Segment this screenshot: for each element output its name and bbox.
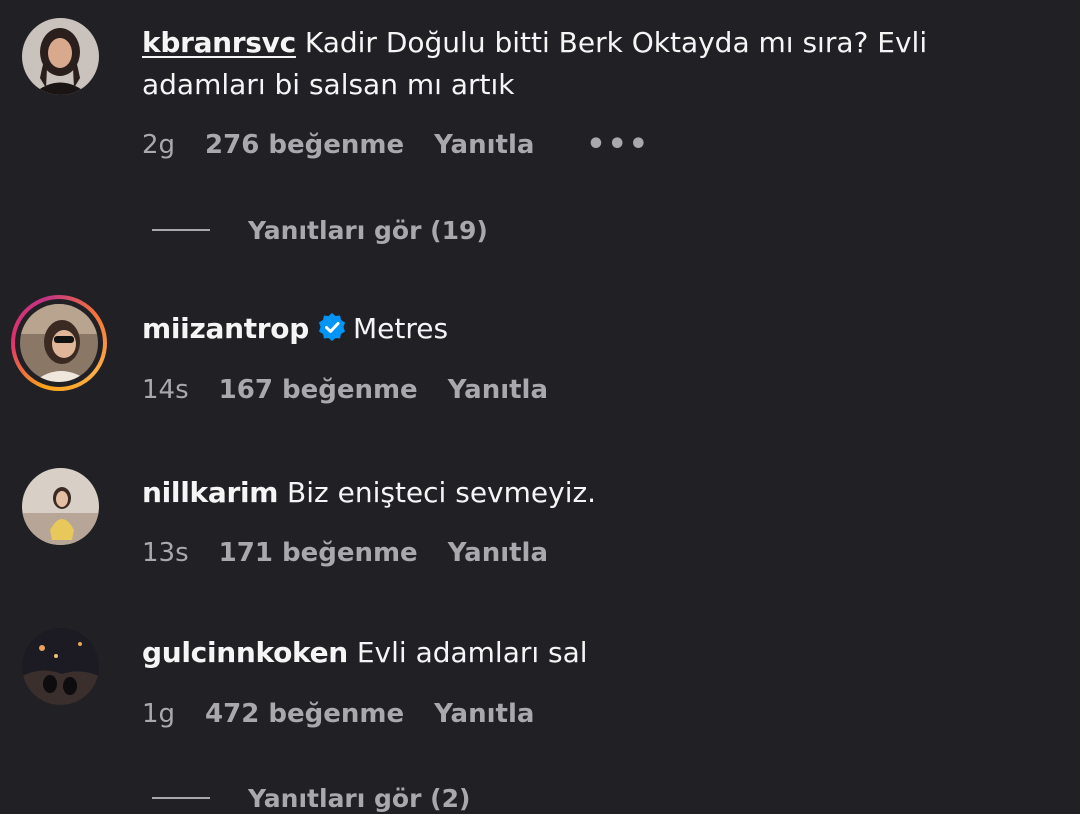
replies-divider	[152, 229, 210, 231]
comment-time[interactable]: 14s	[142, 375, 189, 405]
reply-button[interactable]: Yanıtla	[448, 538, 548, 568]
replies-divider	[152, 797, 210, 799]
comment-likes[interactable]: 276 beğenme	[205, 130, 404, 160]
comment-time[interactable]: 13s	[142, 538, 189, 568]
avatar[interactable]	[22, 628, 99, 705]
more-options-icon[interactable]: •••	[586, 130, 650, 160]
comment-likes[interactable]: 171 beğenme	[219, 538, 418, 568]
comment-body: kbranrsvc Kadir Doğulu bitti Berk Oktayd…	[142, 22, 1022, 106]
view-replies-label: Yanıtları gör (2)	[248, 783, 471, 813]
view-replies-button[interactable]: Yanıtları gör (2)	[152, 780, 470, 814]
verified-badge-icon	[317, 312, 347, 354]
comment-text: Metres	[352, 312, 449, 345]
comment-body: miizantrop Metres	[142, 308, 1022, 354]
comment-text: Biz enişteci sevmeyiz.	[287, 476, 597, 509]
view-replies-label: Yanıtları gör (19)	[248, 215, 488, 245]
comment-likes[interactable]: 167 beğenme	[219, 375, 418, 405]
comment-body: nillkarim Biz enişteci sevmeyiz.	[142, 472, 1022, 514]
comment-text: Kadir Doğulu bitti Berk Oktayda mı sıra?…	[304, 26, 928, 59]
avatar[interactable]	[22, 468, 99, 545]
comment-text: Evli adamları sal	[356, 636, 588, 669]
comment-time[interactable]: 1g	[142, 699, 175, 729]
comment-username[interactable]: nillkarim	[142, 476, 278, 509]
reply-button[interactable]: Yanıtla	[434, 130, 534, 160]
comment-meta: 1g 472 beğenme Yanıtla	[142, 696, 586, 732]
comment-meta: 2g 276 beğenme Yanıtla •••	[142, 127, 650, 163]
reply-button[interactable]: Yanıtla	[434, 699, 534, 729]
comment-likes[interactable]: 472 beğenme	[205, 699, 404, 729]
comment-time[interactable]: 2g	[142, 130, 175, 160]
comment-username[interactable]: miizantrop	[142, 312, 309, 345]
view-replies-button[interactable]: Yanıtları gör (19)	[152, 212, 488, 248]
comments-panel: kbranrsvc Kadir Doğulu bitti Berk Oktayd…	[0, 0, 1080, 814]
comment-text-continued: adamları bi salsan mı artık	[142, 68, 515, 101]
reply-button[interactable]: Yanıtla	[448, 375, 548, 405]
comment-meta: 14s 167 beğenme Yanıtla	[142, 372, 600, 408]
comment-username[interactable]: kbranrsvc	[142, 26, 296, 59]
comment-body: gulcinnkoken Evli adamları sal	[142, 632, 1022, 674]
comment-meta: 13s 171 beğenme Yanıtla	[142, 535, 600, 571]
avatar[interactable]	[20, 304, 98, 382]
comment-username[interactable]: gulcinnkoken	[142, 636, 348, 669]
avatar[interactable]	[22, 18, 99, 95]
